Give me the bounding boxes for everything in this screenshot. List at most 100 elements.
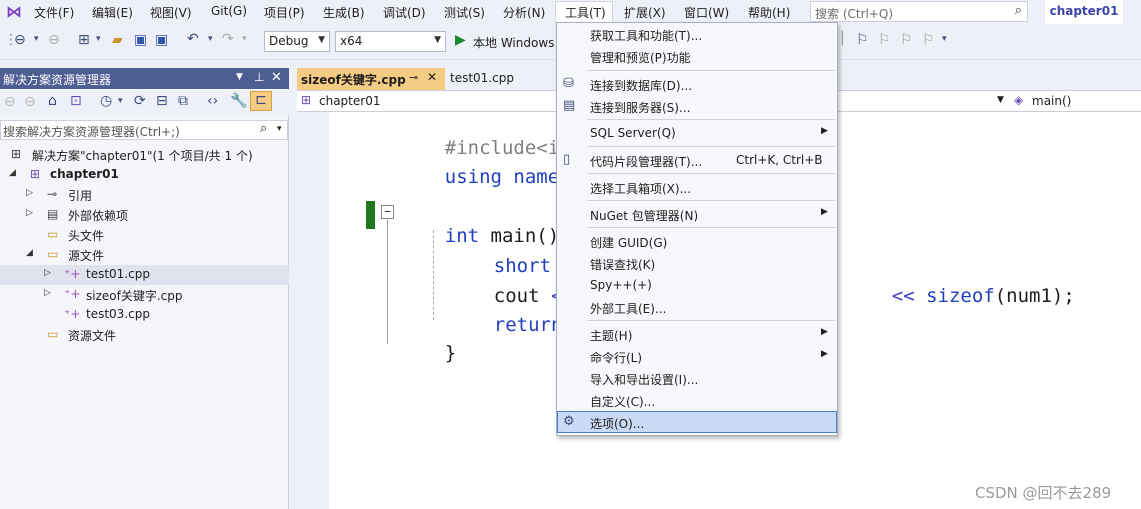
redo-icon[interactable]: ↷ (222, 31, 234, 47)
menu-edit[interactable]: 编辑(E) (92, 4, 133, 21)
pin-icon[interactable]: ⊥ (254, 70, 264, 84)
bookmark-clear-icon[interactable]: ⚐ (922, 32, 935, 48)
menu-window[interactable]: 窗口(W) (684, 4, 729, 21)
bookmark-next-icon[interactable]: ⚐ (900, 32, 913, 48)
expand-icon[interactable]: ▷ (44, 268, 51, 278)
platform-select[interactable]: x64 ▼ (335, 31, 446, 52)
new-dropdown-icon[interactable]: ▾ (96, 34, 101, 44)
nav-project[interactable]: chapter01 (319, 94, 380, 108)
run-button-label[interactable]: 本地 Windows (473, 34, 554, 51)
tree-item-project[interactable]: ◢ ⊞ chapter01 (0, 165, 289, 185)
tree-item-resource-files[interactable]: ▭ 资源文件 (0, 325, 289, 345)
collapse-all-icon[interactable]: ⊟ (156, 93, 168, 109)
menu-item-command-line[interactable]: 命令行(L) ▶ (557, 345, 837, 367)
pending-changes-icon[interactable]: ◷ (100, 93, 112, 109)
tree-item-external-deps[interactable]: ▷ ▤ 外部依赖项 (0, 205, 289, 225)
menu-item-label: 创建 GUID(G) (590, 236, 668, 250)
menu-item-get-tools[interactable]: 获取工具和功能(T)... (557, 23, 837, 45)
menu-git[interactable]: Git(G) (211, 4, 247, 18)
menu-item-sql-server[interactable]: SQL Server(Q) ▶ (557, 122, 837, 144)
panel-menu-icon[interactable]: ▼ (236, 72, 243, 82)
menu-item-error-lookup[interactable]: 错误查找(K) (557, 252, 837, 274)
se-back-icon[interactable]: ⊖ (4, 94, 16, 110)
nav-member[interactable]: main() (1032, 94, 1071, 108)
tab-sizeof[interactable]: sizeof关键字.cpp ⊸ ✕ (297, 68, 445, 90)
open-folder-icon[interactable]: ▰ (112, 32, 123, 48)
menu-extensions[interactable]: 扩展(X) (624, 4, 666, 21)
tree-item-test01[interactable]: ▷ ⁺+ test01.cpp (0, 265, 289, 285)
menu-item-options[interactable]: ⚙ 选项(O)... (557, 411, 837, 433)
menu-item-snippets[interactable]: ▯ 代码片段管理器(T)... Ctrl+K, Ctrl+B (557, 149, 837, 171)
pending-dropdown-icon[interactable]: ▾ (118, 96, 123, 106)
expand-icon[interactable]: ▷ (26, 188, 33, 198)
save-icon[interactable]: ▣ (134, 32, 147, 48)
nav-scope-chevron-icon[interactable]: ▼ (997, 95, 1004, 105)
menu-item-toolbox-items[interactable]: 选择工具箱项(X)... (557, 176, 837, 198)
se-forward-icon[interactable]: ⊖ (24, 94, 36, 110)
home-icon[interactable]: ⌂ (48, 93, 57, 109)
back-dropdown-icon[interactable]: ▾ (34, 34, 39, 44)
search-options-icon[interactable]: ▾ (277, 124, 282, 134)
menu-item-theme[interactable]: 主题(H) ▶ (557, 323, 837, 345)
expand-icon[interactable]: ▷ (26, 208, 33, 218)
toolbar-overflow-icon[interactable]: ▾ (942, 34, 947, 44)
close-tab-icon[interactable]: ✕ (427, 70, 437, 84)
config-select[interactable]: Debug ▼ (264, 31, 330, 52)
solution-name-badge[interactable]: chapter01 (1045, 0, 1123, 24)
menu-file[interactable]: 文件(F) (34, 4, 74, 21)
bookmark-icon[interactable]: ⚐ (856, 32, 869, 48)
menu-item-import-export[interactable]: 导入和导出设置(I)... (557, 367, 837, 389)
tree-item-sizeof[interactable]: ▷ ⁺+ sizeof关键字.cpp (0, 285, 289, 305)
tree-label: 引用 (68, 189, 93, 203)
tree-item-header-files[interactable]: ▭ 头文件 (0, 225, 289, 245)
forward-icon[interactable]: ⊖ (48, 32, 60, 48)
expand-icon[interactable]: ▷ (44, 288, 51, 298)
new-project-icon[interactable]: ⊞ (78, 32, 90, 48)
menu-analyze[interactable]: 分析(N) (503, 4, 545, 21)
vs-logo-icon[interactable]: ⋈ (6, 2, 22, 21)
tree-item-references[interactable]: ▷ ⊸ 引用 (0, 185, 289, 205)
menu-item-customize[interactable]: 自定义(C)... (557, 389, 837, 411)
menu-project[interactable]: 项目(P) (264, 4, 305, 21)
menu-item-external-tools[interactable]: 外部工具(E)... (557, 296, 837, 318)
back-icon[interactable]: ⊖ (14, 32, 26, 48)
menu-tools[interactable]: 工具(T) (565, 4, 606, 21)
save-all-icon[interactable]: ▣ (155, 32, 168, 48)
search-input[interactable]: 搜索 (Ctrl+Q) ⌕ (810, 1, 1028, 22)
redo-dropdown-icon[interactable]: ▾ (242, 34, 247, 44)
menu-help[interactable]: 帮助(H) (748, 4, 790, 21)
sync-icon[interactable]: ⟳ (134, 93, 146, 109)
undo-dropdown-icon[interactable]: ▾ (208, 34, 213, 44)
tree-label: 头文件 (68, 229, 105, 243)
menu-item-spy[interactable]: Spy++(+) (557, 274, 837, 296)
submenu-arrow-icon: ▶ (821, 207, 828, 217)
tree-item-source-files[interactable]: ◢ ▭ 源文件 (0, 245, 289, 265)
menu-test[interactable]: 测试(S) (444, 4, 485, 21)
collapse-icon[interactable]: ◢ (9, 168, 16, 178)
tree-item-test03[interactable]: ⁺+ test03.cpp (0, 305, 289, 325)
pin-tab-icon[interactable]: ⊸ (409, 71, 418, 84)
tab-label: sizeof关键字.cpp (301, 73, 406, 87)
menu-item-nuget[interactable]: NuGet 包管理器(N) ▶ (557, 203, 837, 225)
menu-item-create-guid[interactable]: 创建 GUID(G) (557, 230, 837, 252)
menu-build[interactable]: 生成(B) (323, 4, 365, 21)
menu-item-connect-server[interactable]: ▤ 连接到服务器(S)... (557, 95, 837, 117)
bookmark-prev-icon[interactable]: ⚐ (878, 32, 891, 48)
fold-toggle-icon[interactable]: − (381, 205, 394, 219)
preview-icon[interactable]: ⊏ (250, 91, 272, 111)
menu-item-manage-preview[interactable]: 管理和预览(P)功能 (557, 45, 837, 67)
menu-debug[interactable]: 调试(D) (383, 4, 426, 21)
menu-view[interactable]: 视图(V) (150, 4, 192, 21)
run-icon[interactable]: ▶ (455, 32, 466, 48)
tab-test01[interactable]: test01.cpp (445, 68, 525, 90)
menu-item-connect-db[interactable]: ⛁ 连接到数据库(D)... (557, 73, 837, 95)
collapse-icon[interactable]: ◢ (26, 248, 33, 258)
close-panel-icon[interactable]: ✕ (271, 70, 282, 85)
view-code-icon[interactable]: ‹› (207, 93, 218, 109)
tree-item-solution[interactable]: ⊞ 解决方案"chapter01"(1 个项目/共 1 个) (0, 145, 289, 165)
show-all-files-icon[interactable]: ⧉ (178, 93, 188, 109)
undo-icon[interactable]: ↶ (187, 31, 199, 47)
solution-search-input[interactable]: 搜索解决方案资源管理器(Ctrl+;) ⌕ ▾ (0, 120, 288, 140)
switch-view-icon[interactable]: ⊡ (70, 93, 82, 109)
properties-icon[interactable]: 🔧 (230, 93, 247, 109)
